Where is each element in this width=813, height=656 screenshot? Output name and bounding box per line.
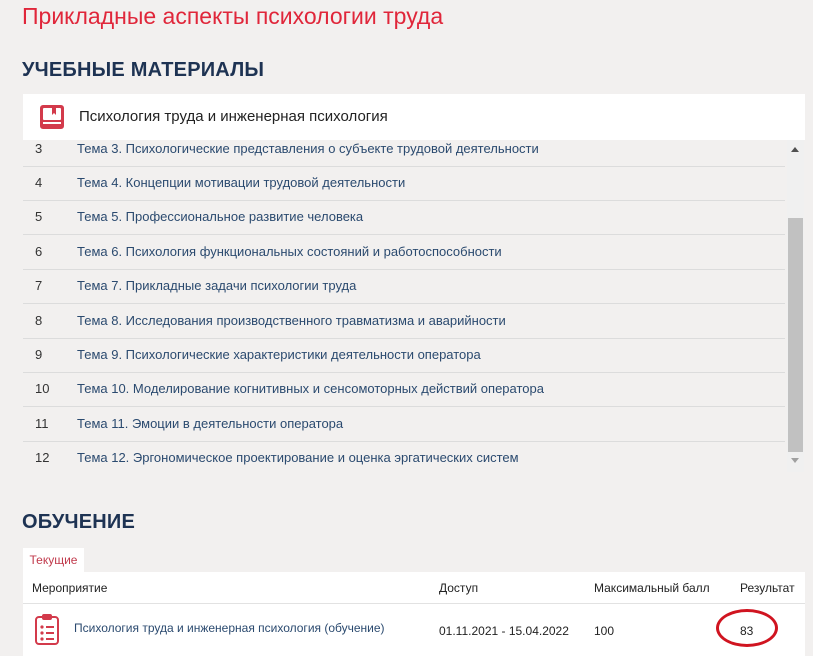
topic-link[interactable]: Тема 9. Психологические характеристики д… — [77, 347, 481, 362]
scroll-down-arrow-icon[interactable] — [791, 458, 799, 463]
book-icon — [40, 105, 64, 129]
column-header-access: Доступ — [439, 581, 479, 595]
topic-link[interactable]: Тема 10. Моделирование когнитивных и сен… — [77, 381, 544, 396]
table-header-divider — [23, 603, 805, 604]
scrollbar-thumb[interactable] — [788, 218, 803, 452]
learning-table: Мероприятие Доступ Максимальный балл Рез… — [23, 572, 805, 656]
event-link[interactable]: Психология труда и инженерная психология… — [74, 621, 385, 635]
column-header-max-score: Максимальный балл — [594, 581, 710, 595]
topic-row[interactable]: 7 Тема 7. Прикладные задачи психологии т… — [23, 269, 785, 304]
topic-row[interactable]: 8 Тема 8. Исследования производственного… — [23, 304, 785, 339]
max-score-value: 100 — [594, 624, 615, 638]
course-name: Психология труда и инженерная психология — [79, 108, 388, 125]
topic-link[interactable]: Тема 11. Эмоции в деятельности оператора — [77, 416, 343, 431]
topic-number: 8 — [35, 313, 43, 328]
topic-link[interactable]: Тема 5. Профессиональное развитие челове… — [77, 209, 363, 224]
tab-current[interactable]: Текущие — [23, 548, 84, 572]
topic-link[interactable]: Тема 3. Психологические представления о … — [77, 141, 539, 156]
scroll-up-arrow-icon[interactable] — [791, 147, 799, 152]
topic-number: 6 — [35, 244, 43, 259]
topic-link[interactable]: Тема 4. Концепции мотивации трудовой дея… — [77, 175, 405, 190]
topic-number: 7 — [35, 278, 43, 293]
topic-number: 4 — [35, 175, 43, 190]
page-title: Прикладные аспекты психологии труда — [22, 3, 444, 29]
access-period: 01.11.2021 - 15.04.2022 — [439, 624, 569, 638]
topic-number: 3 — [35, 141, 43, 156]
learning-section-title: ОБУЧЕНИЕ — [22, 511, 136, 533]
clipboard-list-icon — [35, 614, 59, 645]
result-highlight-circle — [716, 609, 778, 647]
topic-link[interactable]: Тема 7. Прикладные задачи психологии тру… — [77, 278, 356, 293]
topic-row[interactable]: 5 Тема 5. Профессиональное развитие чело… — [23, 200, 785, 235]
topic-link[interactable]: Тема 12. Эргономическое проектирование и… — [77, 450, 519, 465]
column-header-event: Мероприятие — [32, 581, 108, 595]
topic-number: 5 — [35, 209, 43, 224]
topic-link[interactable]: Тема 6. Психология функциональных состоя… — [77, 244, 502, 259]
topics-scrollbar[interactable] — [787, 140, 804, 472]
materials-section-title: УЧЕБНЫЕ МАТЕРИАЛЫ — [22, 59, 265, 81]
topic-number: 9 — [35, 347, 43, 362]
topic-number: 11 — [35, 416, 49, 431]
topic-row[interactable]: 12 Тема 12. Эргономическое проектировани… — [23, 441, 785, 472]
topic-row[interactable]: 10 Тема 10. Моделирование когнитивных и … — [23, 372, 785, 407]
course-header[interactable]: Психология труда и инженерная психология — [23, 94, 805, 140]
column-header-result: Результат — [740, 581, 795, 595]
topics-list[interactable]: 3 Тема 3. Психологические представления … — [23, 140, 785, 472]
topic-row[interactable]: 9 Тема 9. Психологические характеристики… — [23, 338, 785, 373]
topic-row[interactable]: 4 Тема 4. Концепции мотивации трудовой д… — [23, 166, 785, 201]
topic-link[interactable]: Тема 8. Исследования производственного т… — [77, 313, 506, 328]
topic-row[interactable]: 3 Тема 3. Психологические представления … — [23, 140, 785, 167]
topic-row[interactable]: 11 Тема 11. Эмоции в деятельности операт… — [23, 407, 785, 442]
topic-row[interactable]: 6 Тема 6. Психология функциональных сост… — [23, 235, 785, 270]
topic-number: 12 — [35, 450, 50, 465]
topic-number: 10 — [35, 381, 50, 396]
